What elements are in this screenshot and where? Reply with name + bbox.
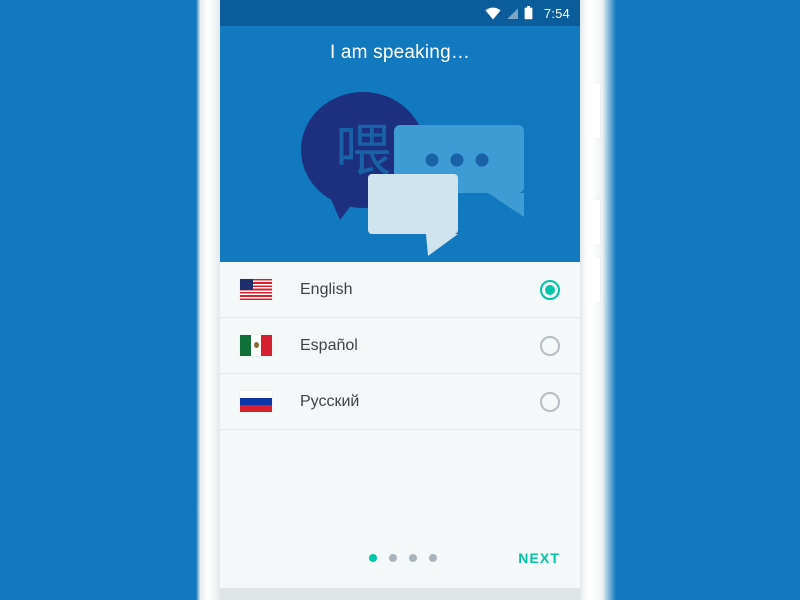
phone-bezel-bottom <box>220 588 580 600</box>
page-title: I am speaking… <box>329 42 471 63</box>
page-dot-2[interactable] <box>389 554 397 562</box>
flag-us-icon <box>240 279 272 300</box>
cellular-signal-icon <box>507 7 518 19</box>
page-dot-3[interactable] <box>409 554 417 562</box>
phone-bezel-left <box>196 0 220 600</box>
typing-dot <box>450 153 464 167</box>
typing-dot <box>475 153 489 167</box>
flag-ru-icon <box>240 391 272 412</box>
language-list: English Español Русский <box>220 262 580 430</box>
status-bar-icons: 7:54 <box>485 6 570 20</box>
bubble-front-pale <box>368 174 458 256</box>
speech-bubbles-illustration: 喂 <box>301 92 524 256</box>
wifi-icon <box>485 7 501 19</box>
typing-dot <box>425 153 439 167</box>
language-radio-russian[interactable] <box>540 391 560 412</box>
language-label: Español <box>300 336 358 354</box>
language-row-espanol[interactable]: Español <box>220 318 580 374</box>
phone-screen: 7:54 I am speaking… 喂 English Español Ру… <box>220 0 580 588</box>
battery-icon <box>524 6 533 20</box>
phone-device-frame: 7:54 I am speaking… 喂 English Español Ру… <box>196 0 616 600</box>
page-dot-1[interactable] <box>369 554 377 562</box>
volume-up-button[interactable] <box>592 200 600 244</box>
page-dot-4[interactable] <box>429 554 437 562</box>
flag-mx-icon <box>240 335 272 356</box>
language-label: English <box>300 280 353 298</box>
power-button[interactable] <box>592 84 600 138</box>
language-row-english[interactable]: English <box>220 262 580 318</box>
language-radio-english[interactable] <box>540 279 560 300</box>
status-bar: 7:54 <box>220 0 580 26</box>
next-button[interactable]: NEXT <box>518 550 560 566</box>
language-radio-espanol[interactable] <box>540 335 560 356</box>
language-label: Русский <box>300 392 360 410</box>
volume-down-button[interactable] <box>592 258 600 302</box>
page-indicator-dots <box>369 554 437 562</box>
language-row-russian[interactable]: Русский <box>220 374 580 430</box>
hero-section: I am speaking… 喂 <box>220 26 580 262</box>
status-bar-time: 7:54 <box>543 5 570 21</box>
onboarding-footer: NEXT <box>220 528 580 588</box>
